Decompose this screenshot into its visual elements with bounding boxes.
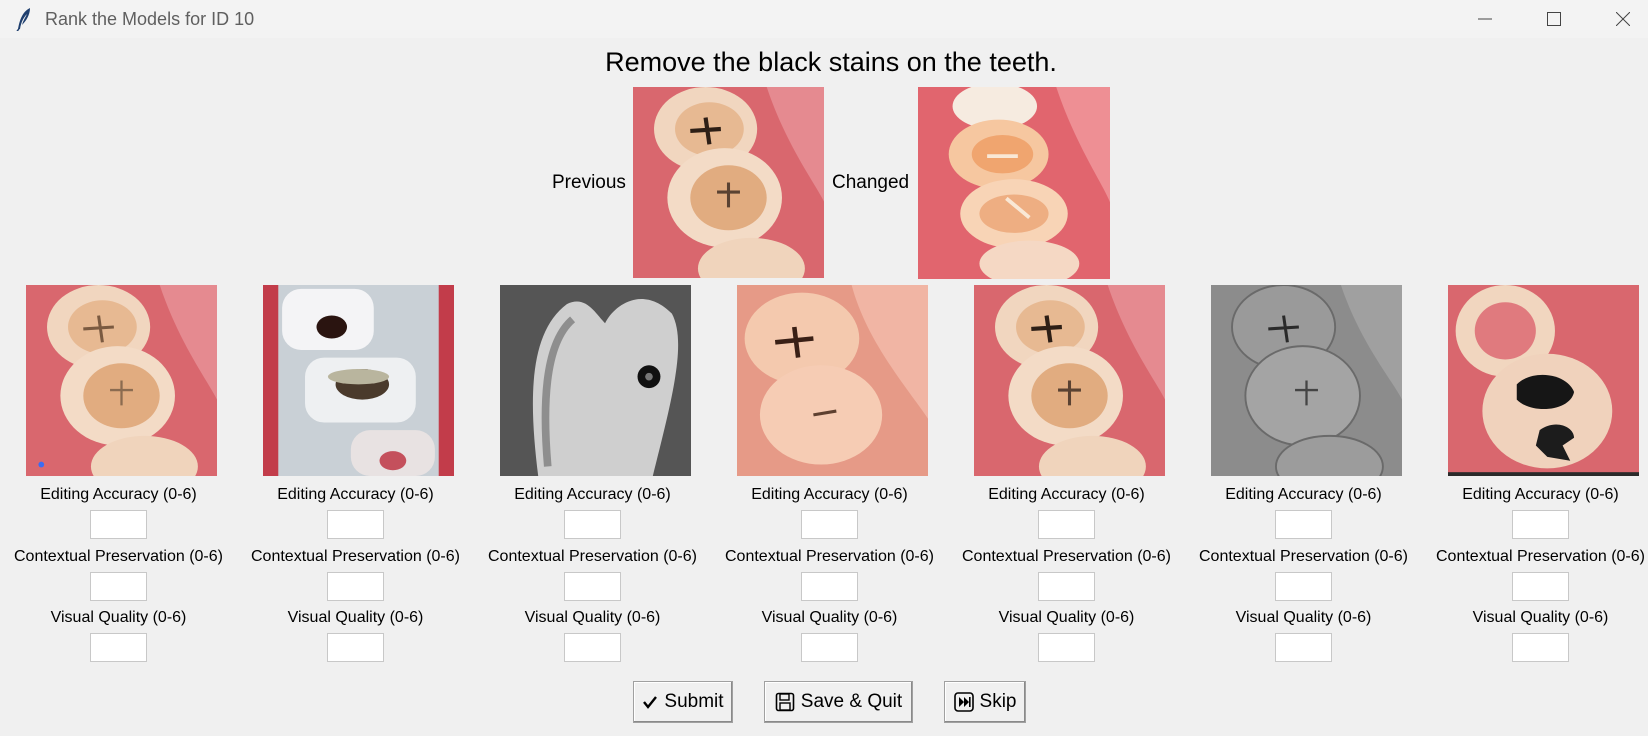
model-7-editing-accuracy-input[interactable] (1512, 510, 1569, 539)
model-6-visual-quality-input[interactable] (1275, 633, 1332, 662)
model-5-contextual-preservation-input[interactable] (1038, 572, 1095, 601)
submit-label: Submit (664, 691, 724, 712)
model-column-6: Editing Accuracy (0-6) Contextual Preser… (1185, 285, 1422, 665)
model-column-2: Editing Accuracy (0-6) Contextual Preser… (237, 285, 474, 665)
visual-quality-label: Visual Quality (0-6) (998, 609, 1135, 626)
close-icon (1616, 12, 1630, 26)
model-2-visual-quality-input[interactable] (327, 633, 384, 662)
model-2-contextual-preservation-input[interactable] (327, 572, 384, 601)
skip-label: Skip (979, 691, 1017, 712)
minimize-button[interactable] (1451, 0, 1519, 38)
contextual-preservation-label: Contextual Preservation (0-6) (14, 548, 223, 565)
submit-button[interactable]: Submit (633, 681, 733, 723)
checkmark-icon (643, 696, 658, 709)
title-bar: Rank the Models for ID 10 (0, 0, 1648, 38)
model-7-visual-quality-input[interactable] (1512, 633, 1569, 662)
model-column-5: Editing Accuracy (0-6) Contextual Preser… (948, 285, 1185, 665)
contextual-preservation-label: Contextual Preservation (0-6) (725, 548, 934, 565)
model-2-image (263, 285, 454, 476)
contextual-preservation-label: Contextual Preservation (0-6) (1436, 548, 1645, 565)
model-1-editing-accuracy-input[interactable] (90, 510, 147, 539)
model-4-contextual-preservation-input[interactable] (801, 572, 858, 601)
model-column-4: Editing Accuracy (0-6) Contextual Preser… (711, 285, 948, 665)
save-quit-button[interactable]: Save & Quit (764, 681, 913, 723)
model-6-image (1211, 285, 1402, 476)
model-column-1: Editing Accuracy (0-6) Contextual Preser… (0, 285, 237, 665)
model-5-editing-accuracy-input[interactable] (1038, 510, 1095, 539)
model-6-contextual-preservation-input[interactable] (1275, 572, 1332, 601)
visual-quality-label: Visual Quality (0-6) (1472, 609, 1609, 626)
model-5-image (974, 285, 1165, 476)
visual-quality-label: Visual Quality (0-6) (287, 609, 424, 626)
model-3-editing-accuracy-input[interactable] (564, 510, 621, 539)
model-column-7: Editing Accuracy (0-6) Contextual Preser… (1422, 285, 1648, 665)
model-4-image (737, 285, 928, 476)
editing-accuracy-label: Editing Accuracy (0-6) (751, 486, 908, 503)
save-quit-label: Save & Quit (800, 691, 903, 712)
editing-accuracy-label: Editing Accuracy (0-6) (988, 486, 1145, 503)
model-1-image (26, 285, 217, 476)
model-4-visual-quality-input[interactable] (801, 633, 858, 662)
contextual-preservation-label: Contextual Preservation (0-6) (962, 548, 1171, 565)
model-7-contextual-preservation-input[interactable] (1512, 572, 1569, 601)
editing-accuracy-label: Editing Accuracy (0-6) (40, 486, 197, 503)
window-title: Rank the Models for ID 10 (45, 9, 255, 29)
model-column-3: Editing Accuracy (0-6) Contextual Preser… (474, 285, 711, 665)
model-3-contextual-preservation-input[interactable] (564, 572, 621, 601)
changed-label: Changed (832, 172, 910, 193)
edit-instruction: Remove the black stains on the teeth. (605, 47, 1057, 77)
contextual-preservation-label: Contextual Preservation (0-6) (1199, 548, 1408, 565)
skip-forward-icon (953, 692, 974, 712)
changed-image (918, 87, 1110, 279)
previous-image (633, 87, 824, 278)
maximize-icon (1547, 12, 1561, 26)
model-2-editing-accuracy-input[interactable] (327, 510, 384, 539)
model-3-visual-quality-input[interactable] (564, 633, 621, 662)
floppy-disk-icon (775, 692, 795, 712)
contextual-preservation-label: Contextual Preservation (0-6) (251, 548, 460, 565)
visual-quality-label: Visual Quality (0-6) (50, 609, 187, 626)
feather-icon (14, 7, 34, 32)
editing-accuracy-label: Editing Accuracy (0-6) (277, 486, 434, 503)
model-4-editing-accuracy-input[interactable] (801, 510, 858, 539)
previous-label: Previous (552, 172, 626, 193)
visual-quality-label: Visual Quality (0-6) (1235, 609, 1372, 626)
editing-accuracy-label: Editing Accuracy (0-6) (1225, 486, 1382, 503)
skip-button[interactable]: Skip (944, 681, 1026, 723)
contextual-preservation-label: Contextual Preservation (0-6) (488, 548, 697, 565)
model-5-visual-quality-input[interactable] (1038, 633, 1095, 662)
visual-quality-label: Visual Quality (0-6) (524, 609, 661, 626)
model-7-image (1448, 285, 1639, 476)
model-3-image (500, 285, 691, 476)
visual-quality-label: Visual Quality (0-6) (761, 609, 898, 626)
maximize-button[interactable] (1520, 0, 1588, 38)
editing-accuracy-label: Editing Accuracy (0-6) (514, 486, 671, 503)
close-button[interactable] (1589, 0, 1648, 38)
model-6-editing-accuracy-input[interactable] (1275, 510, 1332, 539)
minimize-icon (1478, 18, 1492, 20)
model-1-visual-quality-input[interactable] (90, 633, 147, 662)
model-1-contextual-preservation-input[interactable] (90, 572, 147, 601)
editing-accuracy-label: Editing Accuracy (0-6) (1462, 486, 1619, 503)
